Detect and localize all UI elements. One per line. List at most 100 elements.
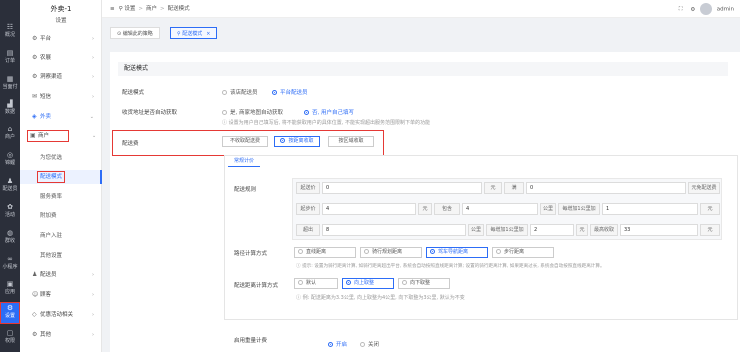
- free-fee-tag: 元免配送费: [688, 182, 720, 194]
- per-km-input[interactable]: 1: [602, 203, 698, 215]
- radio-icon: [222, 110, 227, 115]
- weight-option-off[interactable]: 关闭: [360, 340, 379, 348]
- settings-icon: ⚙: [6, 304, 14, 312]
- over-km-input[interactable]: 8: [322, 224, 466, 236]
- chevron-right-icon: ›: [92, 74, 94, 80]
- fee-option-label: 按区域收取: [338, 138, 364, 144]
- sub-item-surcharge[interactable]: 附加费: [20, 209, 102, 223]
- mode-option-store[interactable]: 该店配送员: [222, 88, 258, 96]
- top-right-tools: ⛶ ⚙ admin: [679, 3, 734, 15]
- chevron-down-icon: ⌄: [89, 114, 94, 120]
- calc-option-walking[interactable]: 步行距离: [492, 247, 554, 258]
- grid-icon: ☷: [6, 23, 14, 31]
- fee-option-area[interactable]: 按区域收取: [328, 136, 374, 147]
- crumb-merchant[interactable]: 商户: [146, 6, 157, 12]
- crumb-settings[interactable]: 设置: [124, 6, 135, 12]
- tab-edit-strategy[interactable]: ⊙ 编辑此的策略: [110, 27, 160, 39]
- round-option-down[interactable]: 向下取整: [398, 278, 450, 289]
- sub-item-service-rate[interactable]: 服务费率: [20, 190, 102, 204]
- sidebar-item-label: 外卖: [40, 114, 52, 120]
- takeout-icon: ◈: [32, 113, 37, 120]
- menu-fold-icon[interactable]: ≡: [110, 6, 115, 12]
- start-price-tag: 起送价: [296, 182, 320, 194]
- sidebar-item-label: 配送员: [40, 272, 57, 278]
- rail-item-orders[interactable]: ▤ 订单: [0, 48, 20, 70]
- sub-item-label: 服务费率: [40, 194, 63, 200]
- over-per-km-input[interactable]: 2: [530, 224, 574, 236]
- radio-label: 是, 商家地图自动获取: [230, 110, 283, 116]
- calc-hint-text: 提示: 设置为骑行距离计算, 如骑行距离超出平台, 系统会自动按照直线距离计算;…: [302, 264, 605, 269]
- settings-icon[interactable]: ⚙: [690, 7, 695, 13]
- message-icon: ✉: [32, 93, 38, 100]
- radio-checked-icon: [328, 342, 333, 347]
- calc-label: 路径计算方式: [234, 251, 268, 257]
- fullscreen-icon[interactable]: ⛶: [679, 7, 683, 13]
- calc-option-riding[interactable]: 骑行规划距离: [360, 247, 422, 258]
- rail-item-miniapp[interactable]: ∞ 小程序: [0, 254, 20, 276]
- rail-item-overview[interactable]: ☷ 概况: [0, 22, 20, 44]
- start-price-input[interactable]: 0: [322, 182, 482, 194]
- addr-hint: ⓘ 设置为用户自己填写后, 将不能获取用户的具体位置, 不能实现超出服务范围限制…: [222, 119, 430, 126]
- addr-option-manual[interactable]: 否, 用户自己填写: [304, 108, 354, 116]
- sub-item-preferred[interactable]: 为您优选: [20, 151, 102, 165]
- calc-option-driving[interactable]: 驾车导航距离: [426, 247, 488, 258]
- shop-title: 外卖-1: [50, 5, 72, 13]
- tab-delivery-mode[interactable]: ⚲ 配送模式 ×: [170, 27, 218, 39]
- radio-label: 平台配送员: [280, 90, 308, 96]
- mode-option-platform[interactable]: 平台配送员: [272, 88, 308, 96]
- rail-item-rider[interactable]: ♟ 配送员: [0, 176, 20, 198]
- rail-item-koi[interactable]: ◎ 锦鲤: [0, 150, 20, 172]
- chevron-right-icon: ›: [92, 332, 94, 338]
- radio-checked-icon: [346, 280, 351, 285]
- avatar[interactable]: [700, 3, 713, 15]
- include-km-input[interactable]: 4: [462, 203, 538, 215]
- sub-item-merchant-join[interactable]: 商户入驻: [20, 229, 102, 243]
- rail-item-activity[interactable]: ✿ 活动: [0, 202, 20, 224]
- per-km-tag: 每增加1公里加: [486, 224, 528, 236]
- sidebar-item-label: 平台: [40, 36, 52, 42]
- rail-item-facepay[interactable]: ▦ 当面付: [0, 74, 20, 96]
- sidebar-item-agri[interactable]: ⚙ 农展 ›: [20, 51, 102, 65]
- sub-item-delivery-mode[interactable]: 配送模式: [20, 170, 102, 184]
- max-fee-input[interactable]: 33: [620, 224, 698, 236]
- unit-yuan: 元: [700, 224, 720, 236]
- gear-icon: ⚙: [32, 331, 38, 338]
- sidebar-item-rider[interactable]: ♟ 配送员 ›: [20, 268, 102, 282]
- admin-name[interactable]: admin: [717, 7, 734, 13]
- top-bar: ≡ ⚲ 设置 > 商户 > 配送模式 ⛶ ⚙ admin: [102, 0, 740, 18]
- rail-item-merchant[interactable]: ⌂ 商户: [0, 124, 20, 146]
- round-option-default[interactable]: 默认: [294, 278, 338, 289]
- rail-item-settings[interactable]: ⚙ 设置: [0, 302, 20, 324]
- addr-option-auto[interactable]: 是, 商家地图自动获取: [222, 108, 283, 116]
- rail-item-permission[interactable]: ▢ 权限: [0, 328, 20, 350]
- free-threshold-input[interactable]: 0: [526, 182, 686, 194]
- tab-regular-pricing[interactable]: 常规计价: [228, 156, 261, 167]
- page-tabs: ⊙ 编辑此的策略 ⚲ 配送模式 ×: [102, 27, 740, 39]
- sidebar-item-channel[interactable]: ⚙ 洞察渠道 ›: [20, 70, 102, 84]
- calc-option-straight[interactable]: 直线距离: [294, 247, 356, 258]
- rail-item-data[interactable]: ▟ 数据: [0, 99, 20, 121]
- base-price-input[interactable]: 4: [322, 203, 416, 215]
- sidebar-item-misc[interactable]: ⚙ 其他 ›: [20, 328, 102, 342]
- sidebar-item-promo[interactable]: ◇ 优惠活动相关 ›: [20, 308, 102, 322]
- breadcrumb: ≡ ⚲ 设置 > 商户 > 配送模式: [110, 4, 190, 12]
- crumb-separator: >: [138, 6, 144, 12]
- round-option-up[interactable]: 向上取整: [342, 278, 394, 289]
- rail-label: 数据: [4, 109, 15, 115]
- radio-icon: [364, 249, 369, 254]
- fee-option-distance[interactable]: 按距离收取: [274, 136, 320, 147]
- weight-option-on[interactable]: 开启: [328, 340, 347, 348]
- rail-label: 当面付: [2, 84, 18, 90]
- close-icon[interactable]: ×: [206, 31, 210, 37]
- sidebar-item-customer[interactable]: ☺ 顾客 ›: [20, 288, 102, 302]
- rail-item-collect[interactable]: ◍ 群收: [0, 228, 20, 250]
- rail-label: 商户: [4, 134, 15, 140]
- rail-item-apps[interactable]: ▣ 应用: [0, 279, 20, 301]
- sidebar-item-takeout[interactable]: ◈ 外卖 ⌄: [20, 110, 102, 124]
- rail-label: 订单: [4, 58, 15, 64]
- sub-item-other[interactable]: 其他设置: [20, 249, 102, 263]
- sidebar-item-platform[interactable]: ⚙ 平台 ›: [20, 32, 102, 46]
- fee-option-none[interactable]: 不收取配送费: [222, 136, 268, 147]
- sidebar-item-merchant[interactable]: ▣ 商户: [26, 129, 70, 143]
- sidebar-item-sms[interactable]: ✉ 短信 ›: [20, 90, 102, 104]
